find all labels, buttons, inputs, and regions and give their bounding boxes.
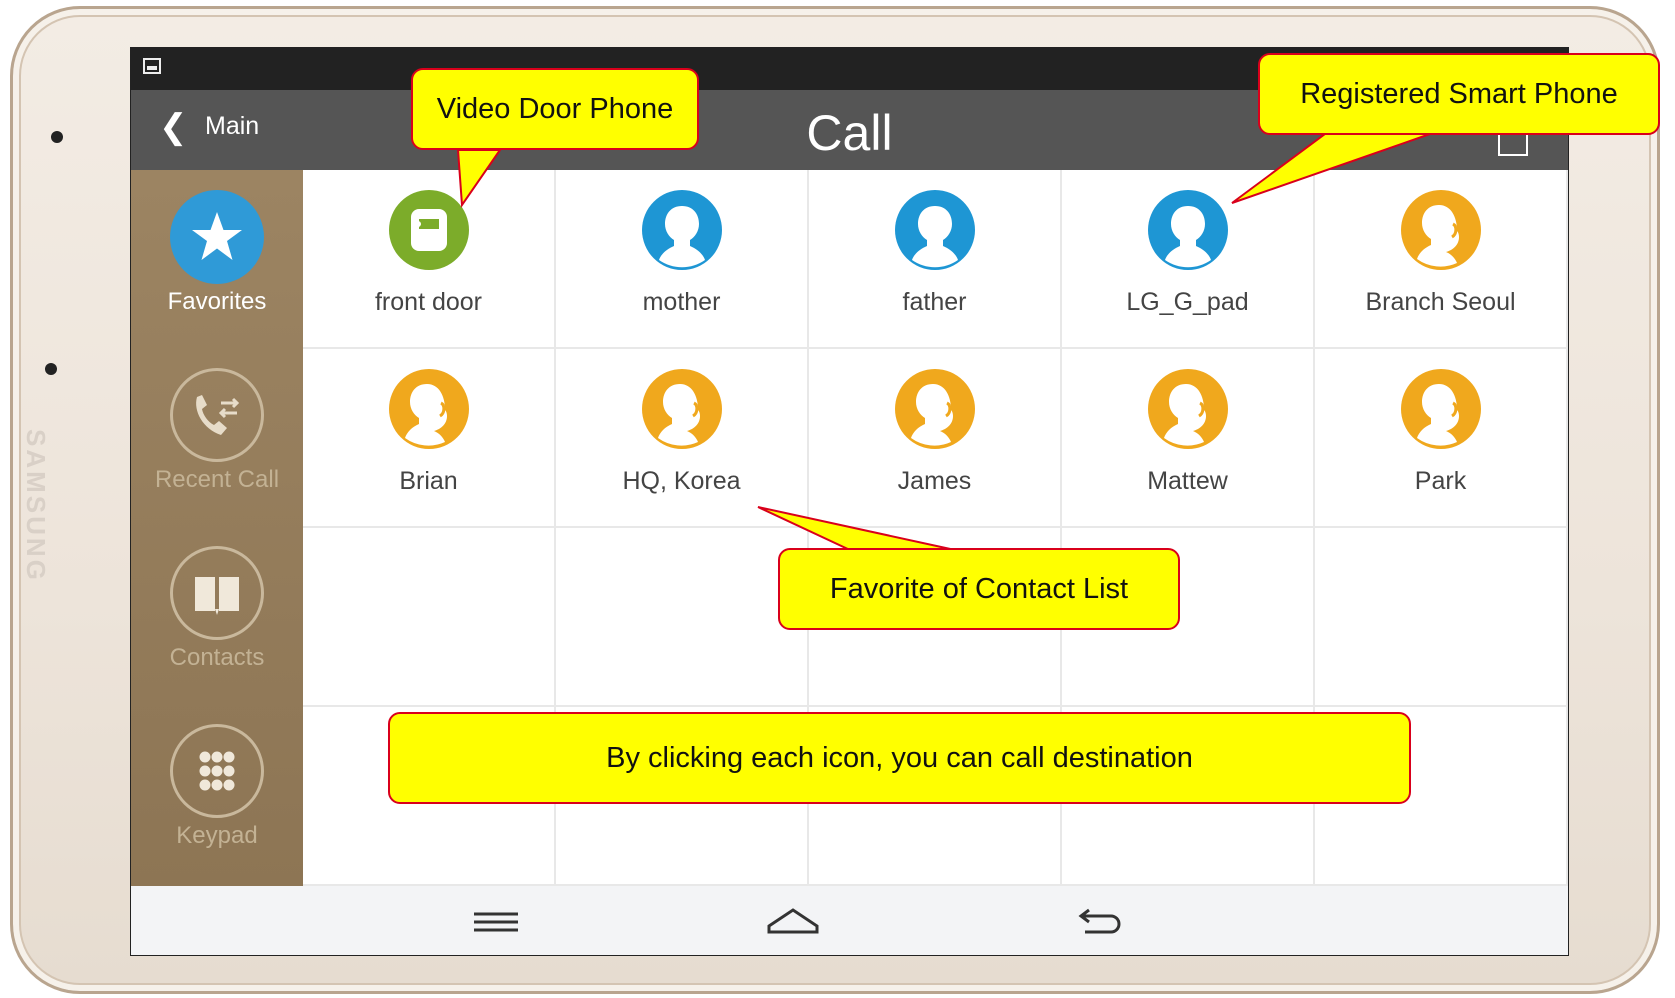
callout-registered-smart-phone: Registered Smart Phone xyxy=(1258,53,1660,135)
favorite-label: Branch Seoul xyxy=(1365,288,1516,316)
favorite-tile[interactable]: Mattew xyxy=(1062,349,1315,528)
callout-favorite-contact-list: Favorite of Contact List xyxy=(778,548,1180,630)
favorite-tile[interactable]: mother xyxy=(556,170,809,349)
contact-avatar-icon xyxy=(1400,369,1481,449)
favorite-tile[interactable]: front door xyxy=(303,170,556,349)
door-phone-avatar-icon xyxy=(388,190,469,270)
sidebar-item-contacts[interactable]: Contacts xyxy=(131,526,303,704)
sidebar-item-recent-call[interactable]: Recent Call xyxy=(131,348,303,526)
favorite-label: LG_G_pad xyxy=(1126,288,1249,316)
favorite-label: Brian xyxy=(399,467,458,495)
callout-click-to-call: By clicking each icon, you can call dest… xyxy=(388,712,1411,804)
smart-phone-avatar-icon xyxy=(641,190,722,270)
contact-avatar-icon xyxy=(1147,369,1228,449)
contact-avatar-icon xyxy=(388,369,469,449)
app-screen: ❮ Main Call Favorites Recent Call Contac… xyxy=(130,47,1569,956)
favorite-label: HQ, Korea xyxy=(622,467,741,495)
favorite-tile[interactable]: LG_G_pad xyxy=(1062,170,1315,349)
navigation-bar xyxy=(131,886,1568,955)
keypad-icon xyxy=(170,724,264,818)
smart-phone-avatar-icon xyxy=(894,190,975,270)
contact-avatar-icon xyxy=(1400,190,1481,270)
empty-tile xyxy=(1315,528,1568,707)
favorite-label: front door xyxy=(374,288,482,316)
contact-avatar-icon xyxy=(641,369,722,449)
favorite-label: Mattew xyxy=(1147,467,1228,495)
contact-avatar-icon xyxy=(894,369,975,449)
callout-video-door-phone: Video Door Phone xyxy=(411,68,699,150)
front-camera xyxy=(51,131,63,143)
sidebar-item-label: Recent Call xyxy=(154,466,280,493)
light-sensor xyxy=(45,363,57,375)
empty-tile xyxy=(303,528,556,707)
menu-icon[interactable] xyxy=(466,902,526,942)
favorite-tile[interactable]: HQ, Korea xyxy=(556,349,809,528)
brand-logo: SAMSUNG xyxy=(21,429,51,583)
sidebar-item-label: Keypad xyxy=(176,822,258,849)
favorite-label: mother xyxy=(642,288,721,316)
favorite-tile[interactable]: Branch Seoul xyxy=(1315,170,1568,349)
favorite-tile[interactable]: father xyxy=(809,170,1062,349)
favorite-label: James xyxy=(897,467,972,495)
phone-arrows-icon xyxy=(170,368,264,462)
empty-tile xyxy=(556,528,809,707)
sidebar: Favorites Recent Call Contacts Keypad xyxy=(131,170,303,886)
favorite-tile[interactable]: Brian xyxy=(303,349,556,528)
sidebar-item-label: Contacts xyxy=(169,644,265,671)
gallery-notification-icon xyxy=(143,58,161,74)
favorite-label: father xyxy=(902,288,967,316)
book-icon xyxy=(170,546,264,640)
favorite-label: Park xyxy=(1414,467,1467,495)
star-icon xyxy=(170,190,264,284)
sidebar-item-keypad[interactable]: Keypad xyxy=(131,704,303,882)
smart-phone-avatar-icon xyxy=(1147,190,1228,270)
sidebar-item-favorites[interactable]: Favorites xyxy=(131,170,303,348)
favorite-tile[interactable]: Park xyxy=(1315,349,1568,528)
back-icon[interactable] xyxy=(1071,902,1131,942)
home-icon[interactable] xyxy=(763,902,823,942)
sidebar-item-label: Favorites xyxy=(167,288,267,315)
favorite-tile[interactable]: James xyxy=(809,349,1062,528)
